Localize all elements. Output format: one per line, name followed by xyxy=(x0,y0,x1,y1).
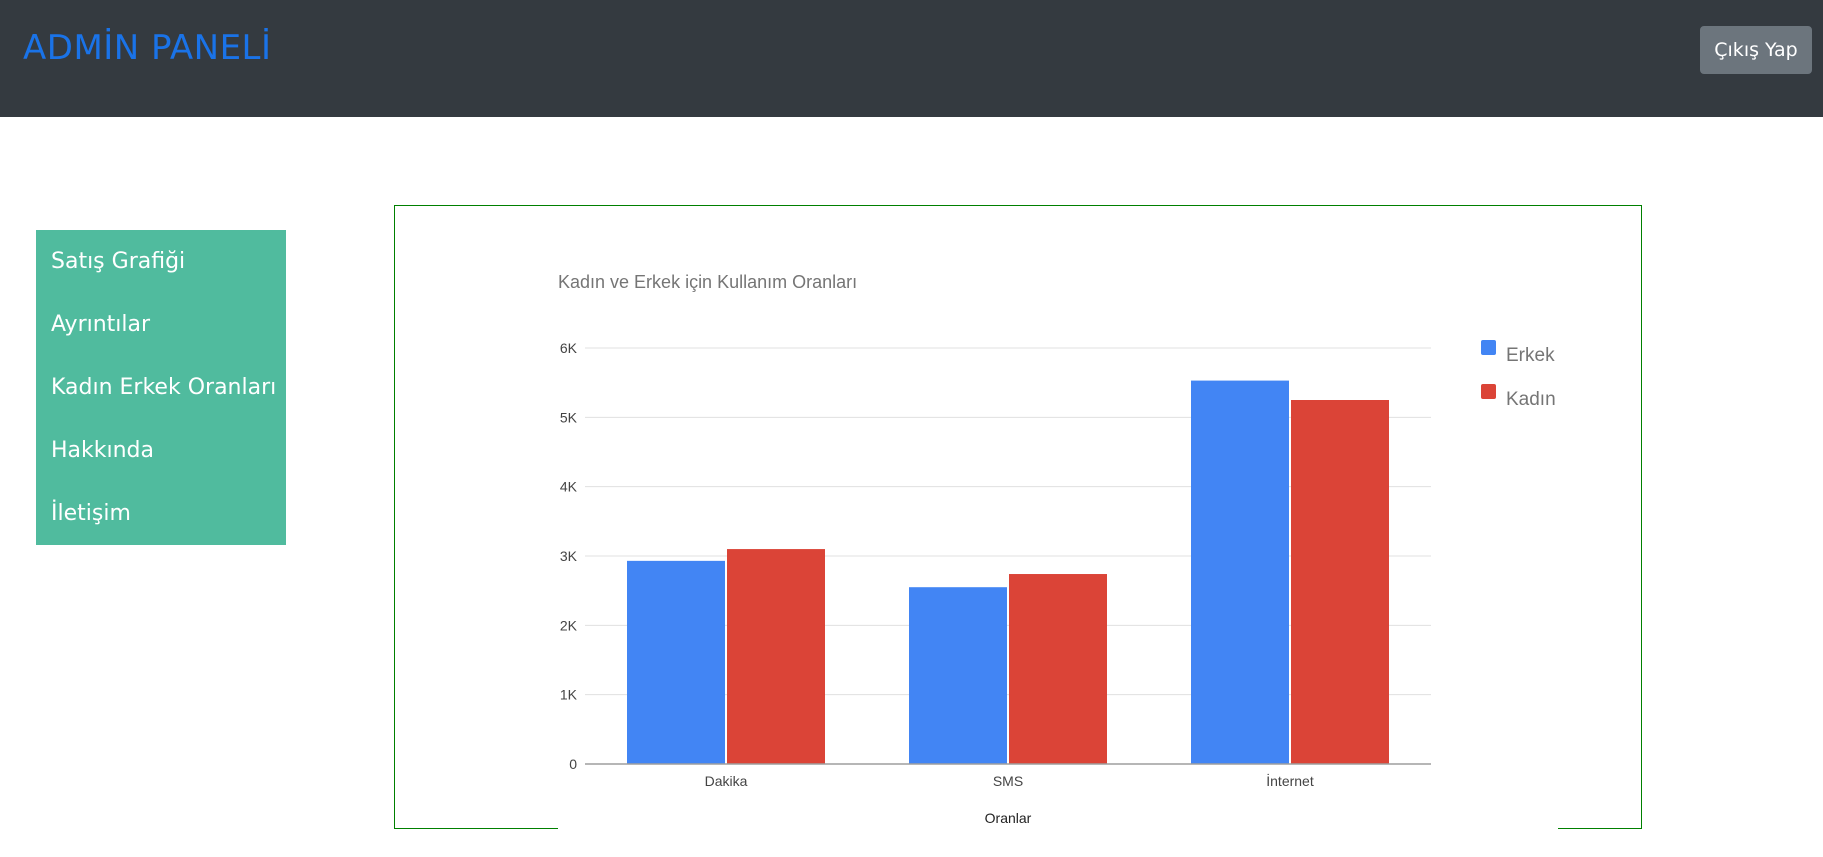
legend-label: Kadın xyxy=(1506,389,1556,410)
chart-container: Kadın ve Erkek için Kullanım Oranları 0 1K… xyxy=(394,205,1642,830)
brand-title: ADMİN PANELİ xyxy=(23,28,272,68)
y-tick-label: 6K xyxy=(560,340,578,356)
sidebar-item-contact[interactable]: İletişim xyxy=(36,482,286,545)
legend-swatch xyxy=(1481,384,1496,399)
x-tick-label: Dakika xyxy=(705,773,748,789)
bar xyxy=(909,587,1007,764)
y-tick-label: 0 xyxy=(569,756,577,772)
y-tick-label: 4K xyxy=(560,479,578,495)
sidebar-item-sales-chart[interactable]: Satış Grafiği xyxy=(36,230,286,293)
bar xyxy=(1291,400,1389,764)
y-tick-label: 1K xyxy=(560,687,578,703)
axis-title-backdrop xyxy=(558,796,1558,830)
x-axis-title: Oranlar xyxy=(985,810,1032,826)
chart-title: Kadın ve Erkek için Kullanım Oranları xyxy=(558,272,857,292)
bar xyxy=(1009,574,1107,764)
y-tick-label: 2K xyxy=(560,617,578,633)
logout-button[interactable]: Çıkış Yap xyxy=(1700,26,1812,74)
sidebar-item-about[interactable]: Hakkında xyxy=(36,419,286,482)
bar xyxy=(727,549,825,764)
x-tick-label: İnternet xyxy=(1266,772,1314,789)
usage-bar-chart: Kadın ve Erkek için Kullanım Oranları 0 1K… xyxy=(558,272,1558,830)
legend-swatch xyxy=(1481,340,1496,355)
y-tick-label: 3K xyxy=(560,548,578,564)
bar xyxy=(1191,380,1289,764)
sidebar-item-details[interactable]: Ayrıntılar xyxy=(36,293,286,356)
top-navbar: ADMİN PANELİ Çıkış Yap xyxy=(0,0,1823,117)
sidebar-item-gender-ratios[interactable]: Kadın Erkek Oranları xyxy=(36,356,286,419)
x-tick-label: SMS xyxy=(993,773,1023,789)
sidebar-menu: Satış Grafiği Ayrıntılar Kadın Erkek Ora… xyxy=(36,230,286,545)
legend-label: Erkek xyxy=(1506,345,1555,366)
y-tick-label: 5K xyxy=(560,409,578,425)
bar xyxy=(627,560,725,764)
